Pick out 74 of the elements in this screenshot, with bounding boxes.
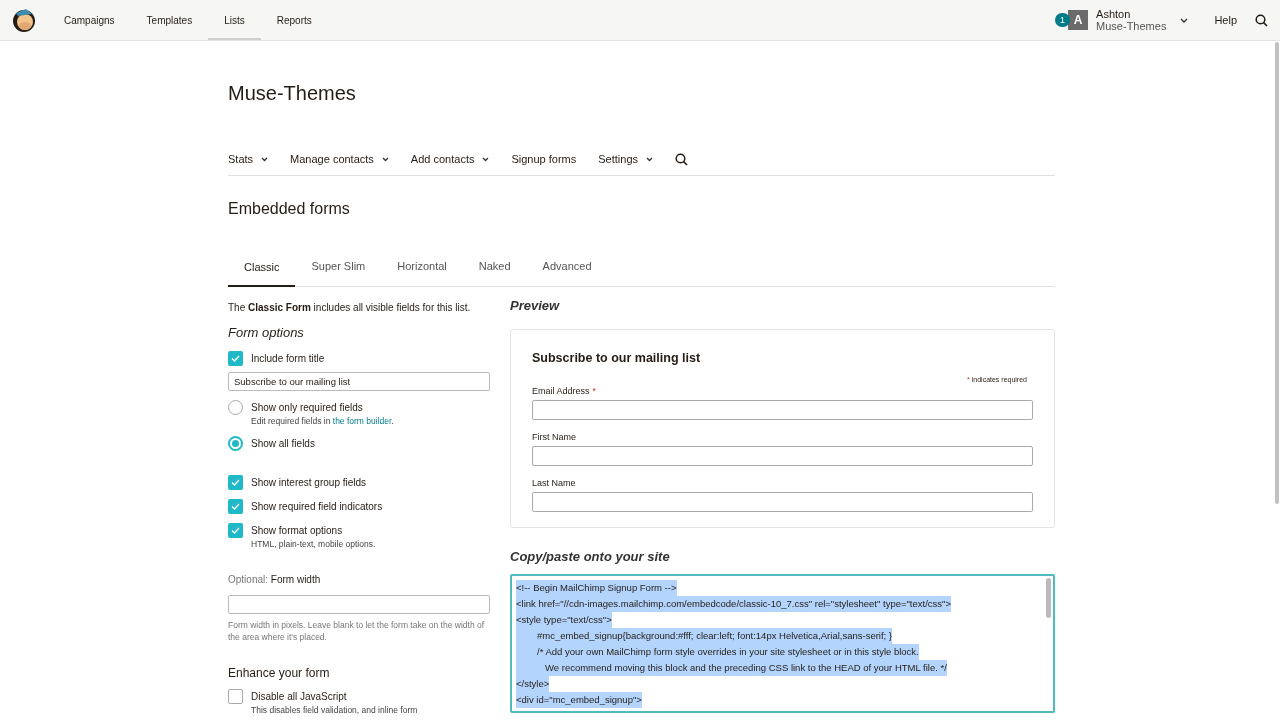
field-label: Last Name bbox=[532, 476, 576, 489]
option-label[interactable]: Show interest group fields bbox=[251, 474, 367, 490]
tab[interactable]: Naked bbox=[462, 258, 527, 286]
nav-link[interactable]: Templates bbox=[130, 2, 209, 40]
option-note: This disables field validation, and inline form bbox=[251, 703, 419, 716]
tab[interactable]: Super Slim bbox=[295, 258, 382, 286]
field-label: Form width bbox=[270, 573, 321, 585]
tab[interactable]: Classic bbox=[228, 258, 296, 287]
code-line: We recommend moving this block and the preceding CSS link to the HEAD of your HTML file. */ bbox=[545, 661, 947, 673]
code-line: <!-- Begin MailChimp Signup Form --> bbox=[516, 581, 677, 593]
nav-link[interactable]: Reports bbox=[260, 2, 328, 40]
input-field[interactable] bbox=[532, 491, 1033, 512]
code-line: </style> bbox=[516, 677, 550, 689]
option-label[interactable]: Show only required fields bbox=[251, 399, 363, 415]
nav-link[interactable]: Lists bbox=[208, 2, 261, 40]
field-label: First Name bbox=[532, 430, 576, 443]
caret-icon bbox=[261, 156, 269, 162]
option-label[interactable]: Disable all JavaScript bbox=[251, 688, 347, 704]
code-line: /* Add your own MailChimp form style overrides in your site stylesheet or in this style block. bbox=[537, 645, 919, 657]
code-line: <style type="text/css"> bbox=[516, 613, 612, 625]
user-name[interactable]: Ashton bbox=[1096, 8, 1167, 20]
nav-link[interactable]: Campaigns bbox=[48, 2, 131, 40]
notification-badge[interactable]: 1 bbox=[1055, 13, 1071, 27]
scrollbar[interactable] bbox=[1046, 577, 1051, 618]
option-label[interactable]: Include form title bbox=[251, 350, 325, 366]
menu-button[interactable]: Stats bbox=[228, 150, 269, 168]
option-label[interactable]: Show required field indicators bbox=[251, 498, 383, 514]
radio-button[interactable] bbox=[228, 435, 243, 451]
menu-button[interactable]: Manage contacts bbox=[290, 150, 389, 168]
checkbox[interactable] bbox=[228, 474, 243, 490]
avatar[interactable]: A bbox=[1068, 10, 1089, 30]
hint-text: Form width in pixels. Leave blank to let the form take on the width of the area where it's placed. bbox=[228, 618, 486, 643]
section-heading: Form options bbox=[228, 323, 305, 342]
account-name: Muse-Themes bbox=[1096, 20, 1167, 32]
checkbox[interactable] bbox=[228, 350, 243, 366]
optional-label: Optional: bbox=[228, 573, 269, 585]
section-heading: Copy/paste onto your site bbox=[510, 547, 671, 566]
title-field[interactable]: Subscribe to our mailing list bbox=[228, 371, 490, 391]
option-note: Edit required fields in the form builder. bbox=[251, 414, 395, 427]
code-box[interactable] bbox=[510, 573, 1055, 713]
form-title: Subscribe to our mailing list bbox=[532, 349, 702, 366]
menu-button[interactable]: Add contacts bbox=[410, 150, 490, 168]
checkbox[interactable] bbox=[228, 522, 243, 538]
caret-icon bbox=[381, 156, 389, 162]
option-label[interactable]: Show all fields bbox=[251, 435, 315, 451]
checkbox[interactable] bbox=[228, 498, 243, 514]
search-icon[interactable] bbox=[1255, 13, 1268, 27]
section-heading: Enhance your form bbox=[228, 664, 331, 682]
option-note: HTML, plain-text, mobile options. bbox=[251, 537, 377, 550]
section-heading: Preview bbox=[510, 296, 561, 315]
tab[interactable]: Advanced bbox=[526, 258, 608, 286]
tab[interactable]: Horizontal bbox=[381, 258, 463, 286]
page-title: Embedded forms bbox=[228, 199, 351, 219]
code-line: #mc_embed_signup{background:#fff; clear:left; font:14px Helvetica,Arial,sans-serif; } bbox=[537, 629, 893, 641]
menu-button[interactable]: Signup forms bbox=[511, 150, 577, 168]
input-field[interactable] bbox=[532, 445, 1033, 466]
list-title: Muse-Themes bbox=[228, 81, 357, 106]
intro-text: The Classic Form includes all visible fields for this list. bbox=[228, 300, 472, 315]
caret-icon[interactable] bbox=[1180, 17, 1189, 23]
option-label[interactable]: Show format options bbox=[251, 522, 343, 538]
caret-icon bbox=[482, 156, 490, 162]
code-line: <link href="//cdn-images.mailchimp.com/embedcode/classic-10_7.css" rel="stylesheet" type="text/css"> bbox=[516, 597, 951, 609]
form-width-field[interactable] bbox=[228, 594, 490, 614]
scrollbar[interactable] bbox=[1275, 42, 1279, 504]
logo-icon[interactable] bbox=[12, 7, 36, 33]
input-field[interactable] bbox=[532, 399, 1033, 420]
menu-button[interactable]: Settings bbox=[598, 150, 653, 168]
required-asterisk: * bbox=[592, 384, 597, 397]
checkbox[interactable] bbox=[228, 688, 243, 704]
code-line: <div id="mc_embed_signup"> bbox=[516, 693, 642, 705]
caret-icon bbox=[646, 156, 653, 162]
search-icon[interactable] bbox=[675, 152, 688, 166]
help-link[interactable]: Help bbox=[1214, 11, 1237, 29]
field-label: Email Address bbox=[532, 384, 590, 397]
